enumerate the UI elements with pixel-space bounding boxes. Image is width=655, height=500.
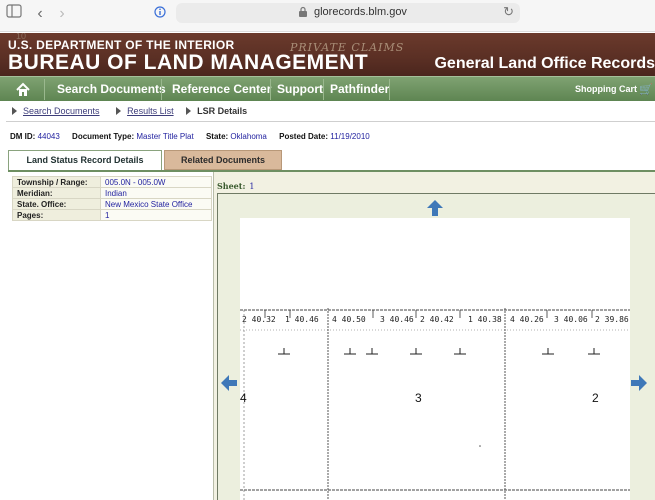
url-text: glorecords.blm.gov: [314, 6, 407, 18]
nav-reference-center[interactable]: Reference Center: [172, 82, 271, 96]
details-panel: Township / Range: 005.0N - 005.0W Meridia…: [8, 172, 213, 500]
breadcrumb: Search Documents Results List LSR Detail…: [8, 105, 247, 119]
browser-toolbar: ‹ › glorecords.blm.gov ↻: [0, 0, 655, 32]
section-number: 2: [592, 391, 599, 405]
agency-title: BUREAU OF LAND MANAGEMENT: [8, 51, 369, 74]
details-table: Township / Range: 005.0N - 005.0W Meridia…: [12, 176, 212, 221]
breadcrumb-current: LSR Details: [197, 105, 248, 116]
plat-image[interactable]: 2 40.32 1 40.46 4 40.50 3 40.46 2 40.42 …: [240, 218, 630, 500]
nav-divider: [44, 79, 45, 100]
department-title: U.S. DEPARTMENT OF THE INTERIOR: [8, 38, 235, 52]
lot-label: 2 39.86: [595, 315, 629, 324]
sheet-indicator: Sheet: 1: [217, 181, 255, 191]
section-number: 3: [415, 391, 422, 405]
tab-related-documents[interactable]: Related Documents: [164, 150, 282, 170]
privacy-report-icon[interactable]: [150, 4, 170, 24]
breadcrumb-arrow-icon: [12, 106, 17, 115]
tab-land-status-record-details[interactable]: Land Status Record Details: [8, 150, 162, 171]
address-bar[interactable]: glorecords.blm.gov ↻: [176, 3, 520, 23]
lock-icon: [299, 6, 307, 17]
glo-records-title: General Land Office Records: [434, 55, 655, 72]
forward-icon[interactable]: ›: [52, 4, 72, 24]
lot-label: 4 40.50: [332, 315, 366, 324]
section-number: 4: [240, 391, 247, 405]
document-info: DM ID: 44043 Document Type: Master Title…: [10, 132, 380, 141]
detail-key: Township / Range:: [12, 176, 101, 188]
back-icon[interactable]: ‹: [30, 4, 50, 24]
posted-date-value: 11/19/2010: [330, 132, 370, 141]
sheet-number: 1: [249, 182, 255, 191]
table-row: Pages: 1: [12, 209, 212, 221]
lot-label: 2 40.32: [242, 315, 276, 324]
lot-label: 3 40.06: [554, 315, 588, 324]
plat-drawing: 2 40.32 1 40.46 4 40.50 3 40.46 2 40.42 …: [240, 308, 630, 500]
posted-date-label: Posted Date:: [279, 132, 329, 141]
lot-label: 3 40.46: [380, 315, 414, 324]
document-type-label: Document Type:: [72, 132, 135, 141]
table-row: Township / Range: 005.0N - 005.0W: [12, 176, 212, 188]
detail-key: State. Office:: [12, 198, 101, 210]
lot-label: 1 40.46: [285, 315, 319, 324]
detail-value: 1: [100, 209, 212, 221]
divider: [6, 121, 655, 122]
home-button[interactable]: [6, 79, 40, 100]
scroll-up-arrow-icon[interactable]: [426, 199, 444, 217]
nav-pathfinder[interactable]: Pathfinder: [330, 82, 389, 96]
state-label: State:: [205, 132, 229, 141]
table-row: State. Office: New Mexico State Office: [12, 198, 212, 210]
dm-id-value: 44043: [37, 132, 60, 141]
dm-id-label: DM ID:: [10, 132, 36, 141]
nav-search-documents[interactable]: Search Documents: [57, 82, 166, 96]
nav-support[interactable]: Support: [277, 82, 323, 96]
detail-value: 005.0N - 005.0W: [100, 176, 212, 188]
reload-icon[interactable]: ↻: [503, 4, 514, 20]
breadcrumb-arrow-icon: [116, 106, 122, 115]
breadcrumb-arrow-icon: [186, 106, 192, 115]
document-type-value: Master Title Plat: [136, 132, 194, 141]
sidebar-toggle-icon[interactable]: [4, 4, 24, 24]
nav-divider: [161, 79, 162, 100]
detail-key: Meridian:: [12, 187, 101, 199]
lot-label: 2 40.42: [420, 315, 454, 324]
sheet-label: Sheet:: [217, 181, 246, 191]
nav-divider: [389, 79, 390, 100]
breadcrumb-results-list[interactable]: Results List: [127, 106, 174, 116]
breadcrumb-search-documents[interactable]: Search Documents: [23, 106, 100, 116]
lot-label: 4 40.26: [510, 315, 544, 324]
detail-key: Pages:: [12, 209, 101, 221]
next-arrow-icon[interactable]: [630, 374, 648, 392]
shopping-cart-link[interactable]: Shopping Cart: [575, 84, 637, 94]
site-banner: 10 PRIVATE CLAIMS U.S. DEPARTMENT OF THE…: [0, 33, 655, 76]
state-value: Oklahoma: [230, 132, 267, 141]
detail-value: New Mexico State Office: [100, 198, 212, 210]
document-viewer: Sheet: 1 2 40.32 1 40.46 4 40.50 3 40.46…: [214, 172, 655, 500]
previous-arrow-icon[interactable]: [220, 374, 238, 392]
nav-divider: [270, 79, 271, 100]
home-icon: [16, 82, 30, 96]
detail-value: Indian: [100, 187, 212, 199]
cart-icon[interactable]: 🛒: [639, 83, 653, 96]
lot-label: 1 40.38: [468, 315, 502, 324]
table-row: Meridian: Indian: [12, 187, 212, 199]
main-nav: Search Documents Reference Center Suppor…: [0, 76, 655, 101]
nav-divider: [323, 79, 324, 100]
